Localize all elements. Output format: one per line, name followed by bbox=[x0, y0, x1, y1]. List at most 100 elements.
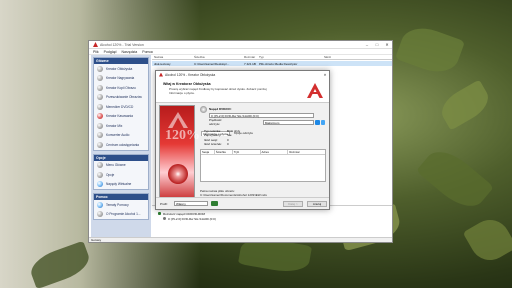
minimize-button[interactable]: – bbox=[362, 41, 372, 48]
window-title: Alcohol 120% - Trial Version bbox=[100, 42, 144, 47]
dialog-header-description: Proszę wybrać napęd źródłowy by kopiować… bbox=[169, 87, 267, 95]
sidebar-item-sharing-center[interactable]: Centrum udostępniania bbox=[94, 140, 148, 150]
alcohol-logo-icon bbox=[159, 72, 163, 77]
drive-select[interactable]: 0: [PL2.0] DVD-Rw SH-S1A0D (0:0) bbox=[209, 112, 314, 118]
file-name: disk-textowy bbox=[154, 61, 171, 66]
virtual-drives-icon bbox=[97, 181, 103, 188]
copy-disc-icon bbox=[97, 84, 103, 91]
column-size[interactable]: Rozmiar bbox=[242, 55, 257, 59]
table-row[interactable]: disk-textowy C:\Users\tamer\Desktop\... … bbox=[152, 61, 392, 66]
alcohol-a-logo-icon bbox=[307, 83, 323, 98]
info-label: Ilość ścieżek: bbox=[204, 141, 222, 146]
sidebar-item-label: Opcje bbox=[106, 172, 115, 177]
leaf bbox=[462, 212, 512, 268]
image-wizard-dialog: Alcohol 120% - Kreator Obłożyska ✕ Witaj… bbox=[155, 70, 330, 210]
disc-icon bbox=[163, 217, 166, 220]
menu-view[interactable]: Podgląd bbox=[104, 50, 117, 54]
sidebar-item-burn-wizard[interactable]: Kreator Nagrywania bbox=[94, 74, 148, 84]
sidebar-item-help-topics[interactable]: Tematy Pomocy bbox=[94, 200, 148, 210]
sidebar-item-label: Kreator Mix bbox=[106, 123, 123, 128]
search-disc-icon bbox=[97, 94, 103, 101]
sidebar-item-image-wizard[interactable]: Kreator Obłożyska bbox=[94, 64, 148, 74]
info-value: 0 bbox=[227, 141, 229, 146]
cd-drive-icon bbox=[200, 105, 207, 113]
next-button[interactable]: Dalej > bbox=[283, 201, 303, 207]
menu-help[interactable]: Pomoc bbox=[142, 50, 153, 54]
sidebar-item-label: Menedżer DVD/CD bbox=[106, 104, 134, 109]
sidebar-item-copy-wizard[interactable]: Kreator Kopii Obrazu bbox=[94, 83, 148, 93]
column-shortcut[interactable]: Skrót bbox=[322, 55, 352, 59]
sidebar-item-label: Kreator Nagrywania bbox=[106, 76, 135, 81]
dialog-close-button[interactable]: ✕ bbox=[321, 73, 329, 77]
menu-tools[interactable]: Narzędzia bbox=[122, 50, 138, 54]
sidebar-section-options: Opcje Menu Główne Opcje Napędy Wirtualne bbox=[93, 153, 149, 190]
sidebar-item-audio-converter[interactable]: Konwerter Audio bbox=[94, 131, 148, 141]
drive-icon bbox=[158, 212, 161, 215]
track-list-header: Sesja Ścieżka Tryb Adres Rozmiar bbox=[201, 150, 325, 155]
burn-disc-icon bbox=[97, 75, 103, 82]
leaf bbox=[394, 20, 466, 80]
tree-item-dvd[interactable]: 0: [PL2.0] DVD-Rw SH-S1A0D (0:0) bbox=[158, 216, 216, 221]
eject-icon[interactable] bbox=[320, 119, 325, 125]
column-mode[interactable]: Tryb bbox=[233, 150, 261, 154]
sidebar-item-mix-wizard[interactable]: Kreator Mix bbox=[94, 121, 148, 131]
sidebar-item-label: Menu Główne bbox=[106, 163, 126, 168]
maximize-button[interactable]: □ bbox=[372, 41, 382, 48]
profile-save-icon[interactable] bbox=[211, 201, 218, 206]
dialog-title-bar[interactable]: Alcohol 120% - Kreator Obłożyska ✕ bbox=[156, 71, 329, 78]
disc-manager-icon bbox=[97, 103, 103, 110]
help-topics-icon bbox=[97, 201, 103, 208]
profile-label: Profil: bbox=[160, 202, 168, 206]
sidebar-section-help: Pomoc Tematy Pomocy O Programie Alcohol … bbox=[93, 193, 149, 220]
column-type[interactable]: Typ bbox=[257, 55, 322, 59]
alcohol-logo-icon bbox=[93, 42, 98, 47]
sidebar: Główne Kreator Obłożyska Kreator Nagrywa… bbox=[91, 55, 151, 240]
status-bar: Gotowy bbox=[89, 237, 392, 242]
column-address[interactable]: Adres bbox=[261, 150, 289, 154]
speed-label: Prędkość odczytu: bbox=[209, 118, 222, 126]
disc-icon bbox=[168, 164, 188, 184]
drive-label: Napęd DVD/CD: bbox=[209, 107, 232, 111]
column-session[interactable]: Sesja bbox=[201, 150, 215, 154]
main-menu-icon bbox=[97, 162, 103, 169]
sidebar-item-about[interactable]: O Programie Alcohol 1... bbox=[94, 210, 148, 220]
sidebar-item-label: Napędy Wirtualne bbox=[106, 182, 132, 187]
column-size[interactable]: Rozmiar bbox=[288, 150, 325, 154]
sidebar-item-label: Kreator Obłożyska bbox=[106, 66, 133, 71]
sidebar-item-options[interactable]: Opcje bbox=[94, 170, 148, 180]
about-icon bbox=[97, 211, 103, 218]
sidebar-section-main: Główne Kreator Obłożyska Kreator Nagrywa… bbox=[93, 57, 149, 151]
options-icon bbox=[97, 171, 103, 178]
sidebar-item-virtual-drives[interactable]: Napędy Wirtualne bbox=[94, 180, 148, 190]
sidebar-item-label: Konwerter Audio bbox=[106, 133, 130, 138]
column-path[interactable]: Ścieżka bbox=[192, 55, 242, 59]
file-size: 7 421 kB bbox=[244, 61, 256, 66]
sidebar-item-label: Tematy Pomocy bbox=[106, 202, 129, 207]
dialog-footer: Profil: Własny Dalej > Anuluj bbox=[156, 197, 329, 209]
profile-select[interactable]: Własny bbox=[174, 201, 208, 206]
sidebar-item-disc-manager[interactable]: Menedżer DVD/CD bbox=[94, 102, 148, 112]
refresh-icon[interactable] bbox=[315, 119, 320, 125]
disc-icon bbox=[97, 65, 103, 72]
mix-disc-icon bbox=[97, 122, 103, 129]
device-panel: Rozszerz napęd CD/DVD-ROM 0: [PL2.0] DVD… bbox=[152, 205, 392, 240]
file-path: C:\Users\tamer\Desktop\... bbox=[194, 61, 230, 66]
close-button[interactable]: ✕ bbox=[382, 41, 392, 48]
menu-file[interactable]: Plik bbox=[93, 50, 99, 54]
title-bar[interactable]: Alcohol 120% - Trial Version – □ ✕ bbox=[89, 41, 392, 49]
speed-select[interactable]: Maksimum bbox=[262, 119, 315, 125]
sidebar-item-erase-wizard[interactable]: Kreator Kasowania bbox=[94, 112, 148, 122]
sidebar-item-main-menu[interactable]: Menu Główne bbox=[94, 161, 148, 171]
tree-item-label: Rozszerz napęd CD/DVD-ROM bbox=[163, 211, 206, 216]
column-track[interactable]: Ścieżka bbox=[215, 150, 233, 154]
sidebar-item-image-search[interactable]: Przeszukiwanie Obrazów bbox=[94, 93, 148, 103]
sidebar-item-label: Centrum udostępniania bbox=[106, 142, 139, 147]
cancel-button[interactable]: Anuluj bbox=[307, 201, 327, 207]
share-center-icon bbox=[97, 141, 103, 148]
window-controls: – □ ✕ bbox=[362, 41, 392, 48]
sidebar-item-label: Przeszukiwanie Obrazów bbox=[106, 95, 142, 100]
dialog-title: Alcohol 120% - Kreator Obłożyska bbox=[165, 72, 216, 77]
track-list[interactable]: Sesja Ścieżka Tryb Adres Rozmiar bbox=[200, 149, 326, 182]
column-name[interactable]: Nazwa bbox=[152, 55, 192, 59]
leaf bbox=[415, 141, 495, 217]
